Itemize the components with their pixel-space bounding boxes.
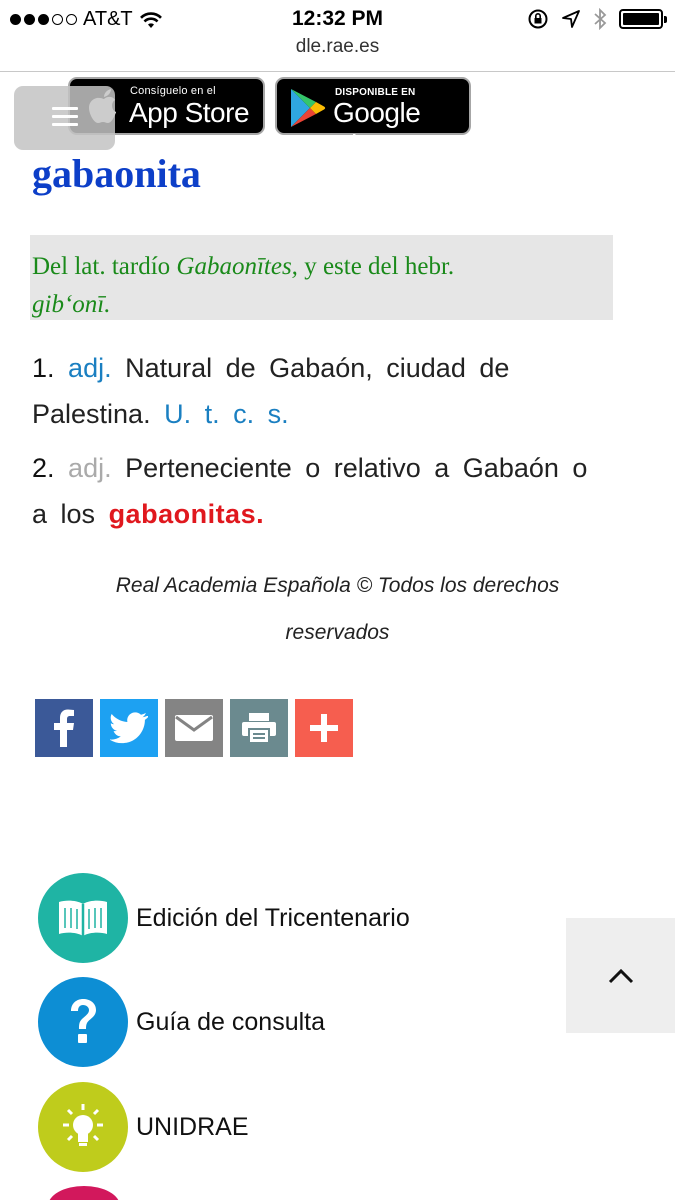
- url-text: dle.rae.es: [295, 36, 380, 57]
- definition-1: 1. adj. Natural de Gabaón, ciudad de Pal…: [32, 345, 592, 437]
- link-tricentenario[interactable]: Edición del Tricentenario: [38, 873, 410, 963]
- plus-icon: [310, 714, 338, 742]
- facebook-icon: [54, 709, 74, 747]
- status-bar: AT&T 12:32 PM: [0, 0, 675, 38]
- hamburger-icon: [52, 107, 78, 131]
- battery-icon: [619, 9, 667, 29]
- email-icon: [175, 715, 213, 741]
- bluetooth-icon: [594, 8, 607, 30]
- etymology-text: Del lat. tardío: [32, 253, 177, 280]
- google-play-title: Google Play: [333, 97, 421, 160]
- orientation-lock-icon: [528, 9, 548, 29]
- link-label: UNIDRAE: [136, 1112, 249, 1141]
- share-print-button[interactable]: [230, 699, 288, 757]
- status-right: [527, 8, 667, 30]
- copyright-line-2: reservados: [285, 621, 390, 644]
- share-email-button[interactable]: [165, 699, 223, 757]
- etymology-hebrew-form: gib‘onī.: [32, 291, 111, 318]
- partial-link-icon[interactable]: [48, 1186, 120, 1200]
- copyright-line-1: Real Academia Española © Todos los derec…: [115, 574, 560, 597]
- address-bar[interactable]: dle.rae.es: [0, 36, 675, 72]
- definition-2: 2. adj. Perteneciente o relativo a Gabaó…: [32, 445, 592, 537]
- etymology-box: Del lat. tardío Gabaonītes, y este del h…: [30, 235, 613, 320]
- etymology-latin-form: Gabaonītes,: [176, 253, 298, 280]
- crossref-link[interactable]: gabaonitas.: [109, 499, 265, 529]
- app-store-caption: Consíguelo en el: [130, 85, 216, 97]
- location-icon: [562, 10, 580, 28]
- book-icon: [38, 873, 128, 963]
- link-unidrae[interactable]: UNIDRAE: [38, 1082, 249, 1172]
- abbreviation-link[interactable]: adj.: [68, 353, 112, 383]
- link-label: Guía de consulta: [136, 1007, 326, 1036]
- link-label: Edición del Tricentenario: [136, 903, 410, 932]
- menu-button[interactable]: [14, 86, 115, 150]
- print-icon: [242, 713, 276, 744]
- share-more-button[interactable]: [295, 699, 353, 757]
- etymology-text-2: y este del hebr.: [297, 253, 455, 280]
- usage-note-link[interactable]: U. t. c. s.: [164, 399, 289, 429]
- page-title: gabaonita: [32, 151, 201, 196]
- sense-number: 2.: [32, 453, 55, 483]
- copyright-notice: Real Academia Española © Todos los derec…: [0, 562, 675, 656]
- share-facebook-button[interactable]: [35, 699, 93, 757]
- abbreviation-link[interactable]: adj.: [68, 453, 112, 483]
- share-twitter-button[interactable]: [100, 699, 158, 757]
- lightbulb-icon: [38, 1082, 128, 1172]
- question-icon: [38, 977, 128, 1067]
- share-bar: [35, 699, 353, 757]
- link-guia-de-consulta[interactable]: Guía de consulta: [38, 977, 325, 1067]
- sense-number: 1.: [32, 353, 55, 383]
- chevron-up-icon: [608, 968, 633, 983]
- google-play-badge[interactable]: DISPONIBLE EN Google Play: [275, 77, 471, 160]
- google-play-icon: [291, 89, 326, 127]
- app-store-title: App Store: [129, 97, 250, 128]
- scroll-to-top-button[interactable]: [566, 918, 675, 1033]
- twitter-icon: [110, 712, 148, 744]
